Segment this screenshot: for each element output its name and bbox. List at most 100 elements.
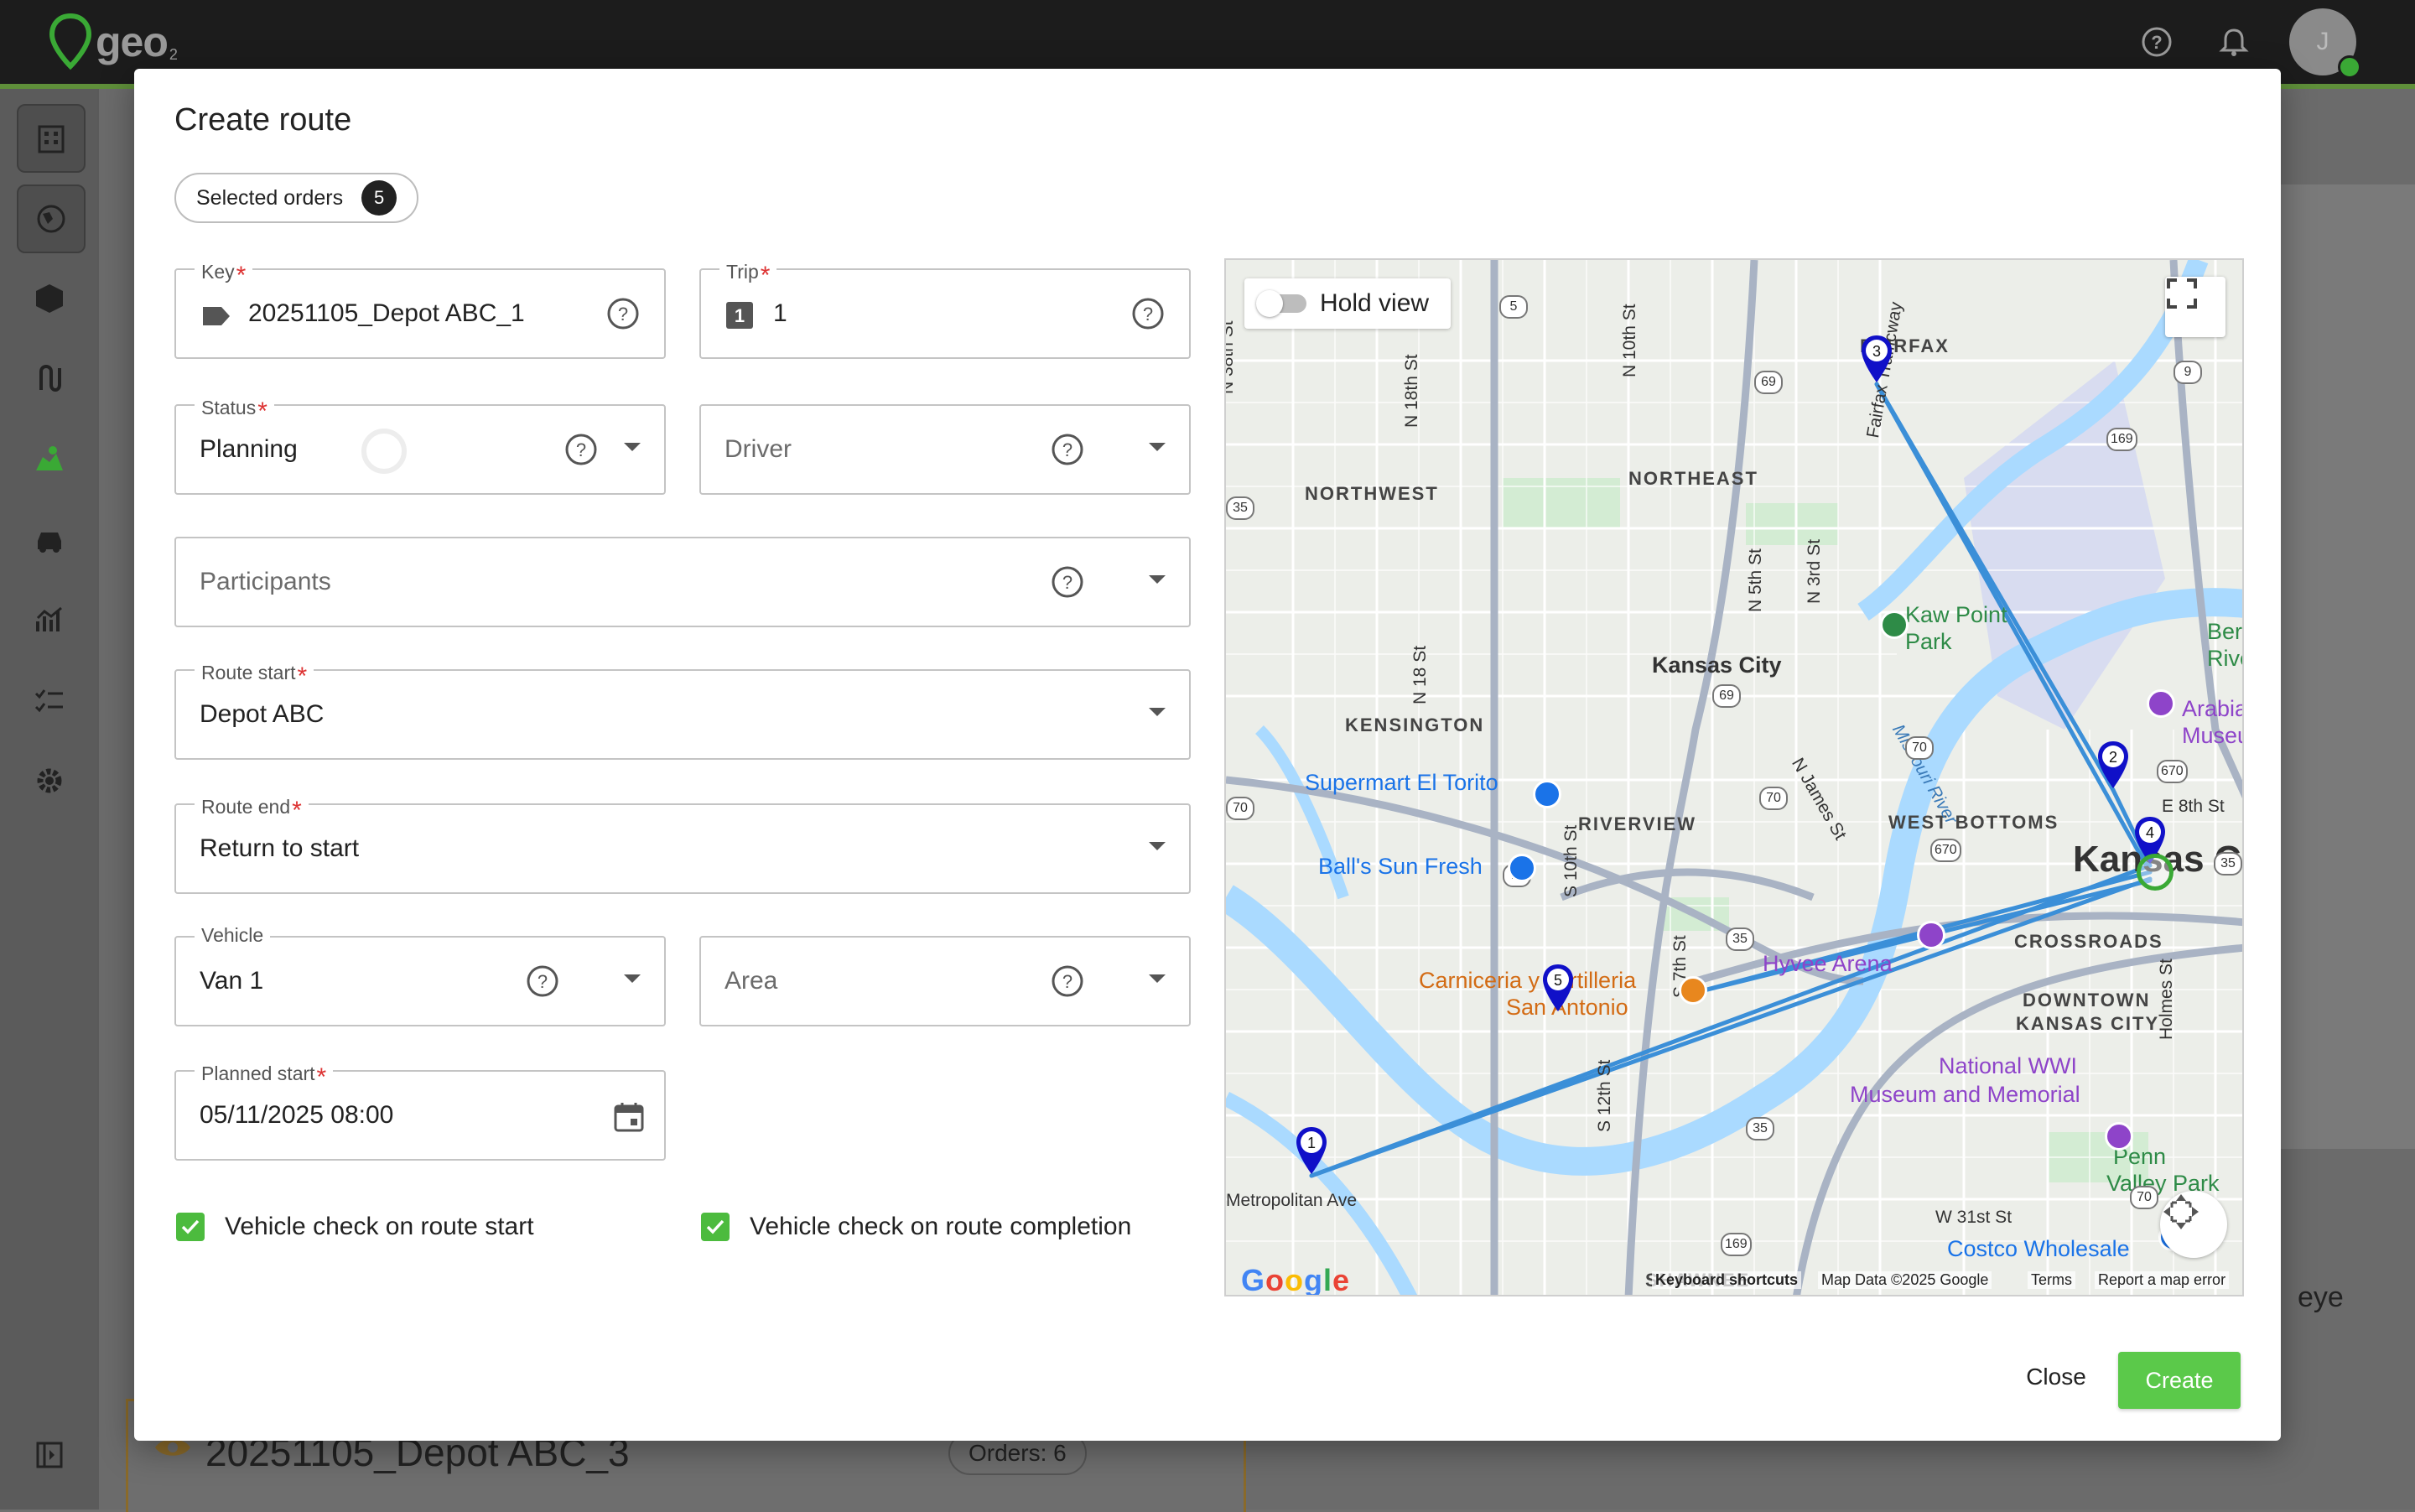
close-button[interactable]: Close xyxy=(2006,1352,2106,1402)
vehicle-select[interactable]: Vehicle Van 1 ? xyxy=(174,924,666,1026)
participants-help-icon[interactable]: ? xyxy=(1050,564,1085,600)
background-map xyxy=(2281,184,2415,1149)
orders-label: Orders: xyxy=(969,1440,1047,1466)
chevron-down-icon[interactable] xyxy=(624,974,641,983)
sidebar-item-tasks[interactable] xyxy=(17,668,82,733)
vehicle-check-start-row[interactable]: Vehicle check on route start xyxy=(176,1213,534,1241)
tree-icon[interactable] xyxy=(1880,611,1909,639)
depot-marker[interactable] xyxy=(2137,854,2174,891)
svg-text:?: ? xyxy=(576,439,586,460)
driver-help-icon[interactable]: ? xyxy=(1050,432,1085,467)
museum-icon[interactable] xyxy=(2147,689,2175,718)
trip-field[interactable]: Trip* 1 1 ? xyxy=(699,257,1191,359)
vehicle-check-completion-checkbox[interactable] xyxy=(701,1213,730,1241)
report-map-error-link[interactable]: Report a map error xyxy=(2095,1271,2230,1289)
map-label: Berkley xyxy=(2207,619,2243,644)
pin-logo-icon xyxy=(49,13,92,70)
brand-logo[interactable]: geo 2 xyxy=(47,8,178,75)
route-icon xyxy=(39,365,61,392)
route-map[interactable]: FAIRFAX NORTHWEST NORTHEAST Kansas City KENS… xyxy=(1224,258,2244,1296)
sidebar-item-buildings[interactable] xyxy=(17,104,86,173)
sidebar-item-map[interactable] xyxy=(17,426,82,491)
google-logo[interactable]: Google xyxy=(1241,1263,1350,1295)
chevron-down-icon[interactable] xyxy=(1149,842,1166,850)
sidebar-item-routes[interactable] xyxy=(17,346,82,411)
sidebar xyxy=(0,89,99,1509)
chevron-down-icon[interactable] xyxy=(1149,575,1166,584)
sidebar-collapse-button[interactable] xyxy=(17,1422,82,1488)
trip-help-icon[interactable]: ? xyxy=(1130,296,1166,331)
chevron-down-icon[interactable] xyxy=(1149,708,1166,716)
cart-icon[interactable] xyxy=(1533,780,1561,808)
participants-select[interactable]: Participants ? xyxy=(174,537,1191,627)
dialog-title: Create route xyxy=(174,102,352,138)
svg-text:4: 4 xyxy=(2146,824,2154,841)
cart-icon[interactable] xyxy=(1508,854,1536,882)
map-label: CROSSROADS xyxy=(2014,931,2163,952)
map-label: S 10th St xyxy=(1561,824,1581,897)
map-pin-icon: 1 xyxy=(1296,1127,1327,1174)
highway-shield: 35 xyxy=(1746,1117,1774,1140)
collapse-icon xyxy=(36,1442,63,1468)
museum-icon[interactable] xyxy=(2105,1122,2133,1151)
sidebar-item-orders[interactable] xyxy=(17,265,82,330)
map-data-attribution: Map Data ©2025 Google xyxy=(1818,1271,1992,1289)
create-route-dialog: Create route Selected orders 5 Key* 2025… xyxy=(134,69,2281,1441)
create-button[interactable]: Create xyxy=(2118,1352,2241,1409)
vehicle-help-icon[interactable]: ? xyxy=(525,964,560,999)
svg-text:?: ? xyxy=(538,971,548,992)
chevron-down-icon[interactable] xyxy=(1149,443,1166,451)
map-label: Ball's Sun Fresh xyxy=(1318,854,1483,879)
route-stop-marker[interactable]: 1 xyxy=(1294,1125,1329,1176)
key-value[interactable]: 20251105_Depot ABC_1 xyxy=(248,270,525,357)
loading-spinner-icon xyxy=(361,429,407,474)
map-camera-control-button[interactable] xyxy=(2160,1191,2227,1258)
area-select[interactable]: Area ? xyxy=(699,936,1191,1026)
route-stop-marker[interactable]: 5 xyxy=(1540,963,1576,1013)
checklist-icon xyxy=(34,689,63,713)
planned-start-value[interactable]: 05/11/2025 08:00 xyxy=(200,1072,393,1159)
terms-link[interactable]: Terms xyxy=(2028,1271,2075,1289)
sidebar-item-vehicles[interactable] xyxy=(17,507,82,572)
key-label: Key* xyxy=(195,257,253,289)
route-start-select[interactable]: Route start* Depot ABC xyxy=(174,657,1191,760)
background-eye-text: eye xyxy=(2298,1281,2344,1313)
sidebar-item-settings[interactable] xyxy=(17,748,82,813)
map-label: Park xyxy=(1905,629,1952,654)
key-field[interactable]: Key* 20251105_Depot ABC_1 ? xyxy=(174,257,666,359)
help-icon[interactable]: ? xyxy=(2135,20,2179,64)
route-stop-marker[interactable]: 3 xyxy=(1859,334,1894,384)
restaurant-icon[interactable] xyxy=(1679,976,1707,1005)
vehicle-check-start-checkbox[interactable] xyxy=(176,1213,205,1241)
chevron-down-icon[interactable] xyxy=(624,443,641,451)
highway-shield: 670 xyxy=(1930,839,1961,862)
svg-text:5: 5 xyxy=(1554,972,1562,989)
map-fullscreen-button[interactable] xyxy=(2165,277,2225,337)
sidebar-item-analytics[interactable] xyxy=(17,587,82,652)
route-stop-marker[interactable]: 2 xyxy=(2096,740,2131,790)
toggle-switch[interactable] xyxy=(1256,290,1306,317)
sidebar-item-globe[interactable] xyxy=(17,184,86,253)
area-help-icon[interactable]: ? xyxy=(1050,964,1085,999)
vehicle-check-completion-row[interactable]: Vehicle check on route completion xyxy=(701,1213,1131,1241)
driver-select[interactable]: Driver ? xyxy=(699,404,1191,495)
highway-shield: 35 xyxy=(1226,496,1254,520)
chevron-down-icon[interactable] xyxy=(1149,974,1166,983)
hold-view-toggle[interactable]: Hold view xyxy=(1244,278,1452,329)
notifications-bell-icon[interactable] xyxy=(2212,20,2256,64)
route-end-select[interactable]: Route end* Return to start xyxy=(174,792,1191,894)
key-help-icon[interactable]: ? xyxy=(605,296,641,331)
orders-count: 6 xyxy=(1053,1440,1067,1466)
arena-icon[interactable] xyxy=(1917,921,1945,949)
planned-start-field[interactable]: Planned start* 05/11/2025 08:00 xyxy=(174,1058,666,1161)
status-select[interactable]: Status* Planning ? xyxy=(174,392,666,495)
map-label: NORTHWEST xyxy=(1305,483,1439,504)
keyboard-shortcuts-link[interactable]: Keyboard shortcuts xyxy=(1652,1271,1802,1289)
map-label: Riverfront xyxy=(2207,646,2242,671)
calendar-icon[interactable] xyxy=(612,1100,646,1134)
map-label: WEST BOTTOMS xyxy=(1888,812,2059,833)
status-help-icon[interactable]: ? xyxy=(564,432,599,467)
svg-text:2: 2 xyxy=(2109,749,2117,766)
trip-value[interactable]: 1 xyxy=(773,270,787,357)
selected-orders-chip[interactable]: Selected orders 5 xyxy=(174,173,419,223)
